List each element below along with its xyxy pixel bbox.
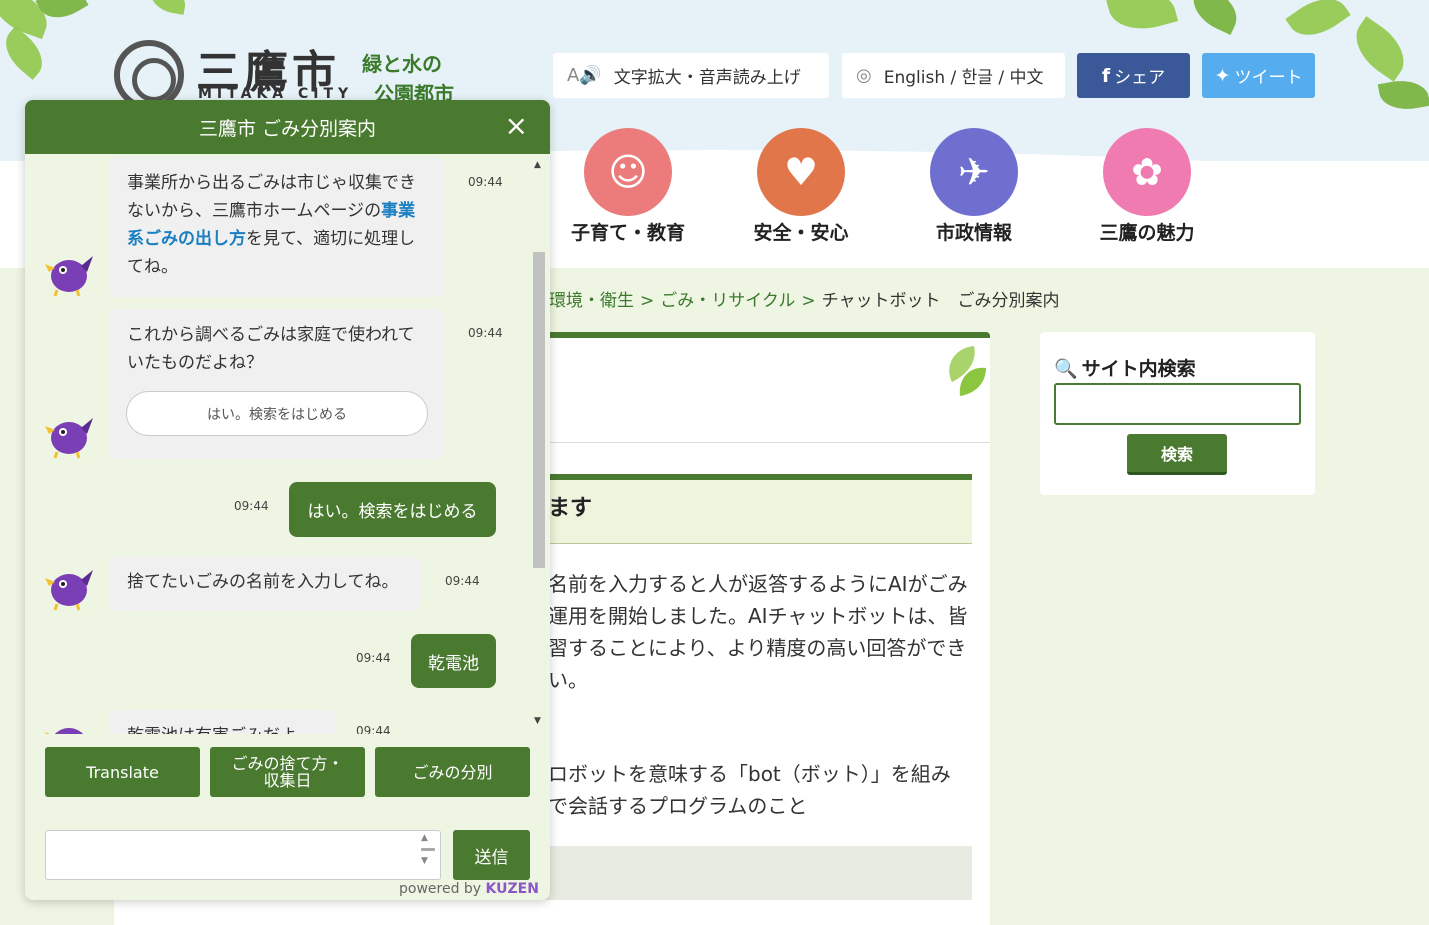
nav-item-childcare[interactable]: ☺ 子育て・教育 (563, 128, 693, 245)
logo-tagline-1: 緑と水の (362, 52, 442, 76)
user-message: はい。検索をはじめる (289, 482, 496, 537)
nav-item-attractions[interactable]: ✿ 三鷹の魅力 (1082, 128, 1212, 245)
site-search-title: 🔍 サイト内検索 (1054, 358, 1196, 380)
message-timestamp: 09:44 (356, 651, 391, 665)
heart-icon: ♥ (757, 128, 845, 216)
chat-input[interactable] (45, 830, 441, 880)
tweet-label: ツイート (1234, 68, 1303, 88)
chatbot-header: 三鷹市 ごみ分別案内 (25, 100, 550, 154)
share-label: シェア (1114, 68, 1166, 88)
message-timestamp: 09:44 (445, 574, 480, 588)
site-logo[interactable]: 三鷹市 MITAKA CITY 緑と水の 公園都市 (112, 36, 492, 110)
corner-leaf-icon (949, 346, 986, 396)
globe-icon: ◎ (856, 65, 872, 86)
user-message: 乾電池 (411, 634, 496, 688)
nav-label: 市政情報 (935, 222, 1012, 244)
facebook-icon: f (1101, 64, 1111, 87)
send-button[interactable]: 送信 (453, 830, 530, 880)
translate-button[interactable]: Translate (45, 747, 200, 797)
twitter-tweet-button[interactable]: ✦ ツイート (1202, 53, 1315, 98)
chatbot-title: 三鷹市 ごみ分別案内 (198, 117, 377, 140)
chat-scrollbar[interactable]: ▲ ▼ (531, 158, 545, 730)
sorting-button[interactable]: ごみの分別 (375, 747, 530, 797)
bird-icon: ✈ (930, 128, 1018, 216)
input-spinner[interactable]: ▲ ▼ (421, 833, 435, 877)
spinner-up-icon[interactable]: ▲ (421, 833, 435, 843)
site-search-button[interactable]: 検索 (1127, 434, 1227, 475)
bot-message: 捨てたいごみの名前を入力してね。 (109, 556, 421, 611)
breadcrumb-separator: > (801, 291, 816, 311)
section-heading-box (534, 474, 972, 544)
bot-mascot-avatar (45, 418, 93, 459)
quick-reply-start-search[interactable]: はい。検索をはじめる (126, 391, 428, 436)
powered-by-label: powered by KUZEN (399, 881, 539, 897)
breadcrumb-environment[interactable]: 環境・衛生 (549, 291, 634, 311)
close-icon[interactable]: × (505, 111, 528, 141)
site-search-panel: 🔍 サイト内検索 検索 (1040, 332, 1315, 495)
chat-message-list: 事業所から出るごみは市じゃ収集できないから、三鷹市ホームページの事業系ごみの出し… (25, 154, 531, 734)
bot-mascot-avatar (45, 570, 93, 611)
scrollbar-thumb[interactable] (533, 252, 545, 568)
message-timestamp: 09:44 (356, 724, 391, 734)
nav-label: 安全・安心 (753, 222, 849, 244)
bot-message: これから調べるごみは家庭で使われていたものだよね？ (109, 309, 445, 459)
paragraph-line: ロボットを意味する「bot（ボット）」を組み (548, 762, 951, 786)
paragraph-line: 運用を開始しました。AIチャットボットは、皆 (548, 604, 968, 628)
bot-mascot-avatar (45, 256, 93, 297)
language-button[interactable]: ◎ English / 한글 / 中文 (842, 53, 1065, 98)
facebook-share-button[interactable]: f シェア (1077, 53, 1190, 98)
paragraph-line: で会話するプログラムのこと (548, 794, 808, 818)
paragraph-line: 名前を入力すると人が返答するようにAIがごみ (548, 572, 968, 596)
bot-message: 事業所から出るごみは市じゃ収集できないから、三鷹市ホームページの事業系ごみの出し… (109, 157, 445, 297)
disposal-schedule-button[interactable]: ごみの捨て方・ 収集日 (210, 747, 365, 797)
paragraph-line: い。 (548, 668, 588, 692)
bot-mascot-avatar (45, 728, 84, 734)
spinner-down-icon[interactable]: ▼ (421, 856, 435, 866)
breadcrumb-recycle[interactable]: ごみ・リサイクル (660, 291, 795, 311)
flower-icon: ✿ (1103, 128, 1191, 216)
language-label: English / 한글 / 中文 (883, 68, 1044, 88)
breadcrumb-separator: > (640, 291, 655, 311)
chatbot-window: 三鷹市 ごみ分別案内 × 事業所から出るごみは市じゃ収集できないから、三鷹市ホー… (25, 100, 550, 900)
subheading-bar (534, 846, 972, 900)
nav-label: 三鷹の魅力 (1099, 222, 1195, 244)
accessibility-label: 文字拡大・音声読み上げ (613, 68, 801, 88)
message-timestamp: 09:44 (468, 175, 503, 189)
kuzen-brand[interactable]: KUZEN (486, 881, 539, 897)
breadcrumb: 環境・衛生 > ごみ・リサイクル > チャットボット ごみ分別案内 (549, 286, 1060, 311)
scroll-down-icon[interactable]: ▼ (534, 716, 541, 726)
breadcrumb-current: チャットボット ごみ分別案内 (821, 291, 1060, 311)
message-timestamp: 09:44 (468, 326, 503, 340)
site-search-input[interactable] (1054, 383, 1301, 425)
baby-face-icon: ☺ (584, 128, 672, 216)
section-heading: ます (548, 496, 593, 521)
spinner-divider (421, 848, 435, 851)
text-speech-icon: A🔊 (567, 65, 602, 86)
bot-message: 乾電池は有害ごみだよ (109, 710, 335, 734)
scroll-up-icon[interactable]: ▲ (534, 160, 541, 170)
nav-item-city-info[interactable]: ✈ 市政情報 (909, 128, 1039, 245)
accessibility-button[interactable]: A🔊 文字拡大・音声読み上げ (553, 53, 829, 98)
nav-item-safety[interactable]: ♥ 安全・安心 (736, 128, 866, 245)
search-icon: 🔍 (1054, 358, 1078, 380)
nav-label: 子育て・教育 (570, 222, 685, 244)
paragraph-line: 習することにより、より精度の高い回答ができ (548, 636, 967, 660)
twitter-bird-icon: ✦ (1214, 64, 1231, 87)
message-timestamp: 09:44 (234, 499, 269, 513)
